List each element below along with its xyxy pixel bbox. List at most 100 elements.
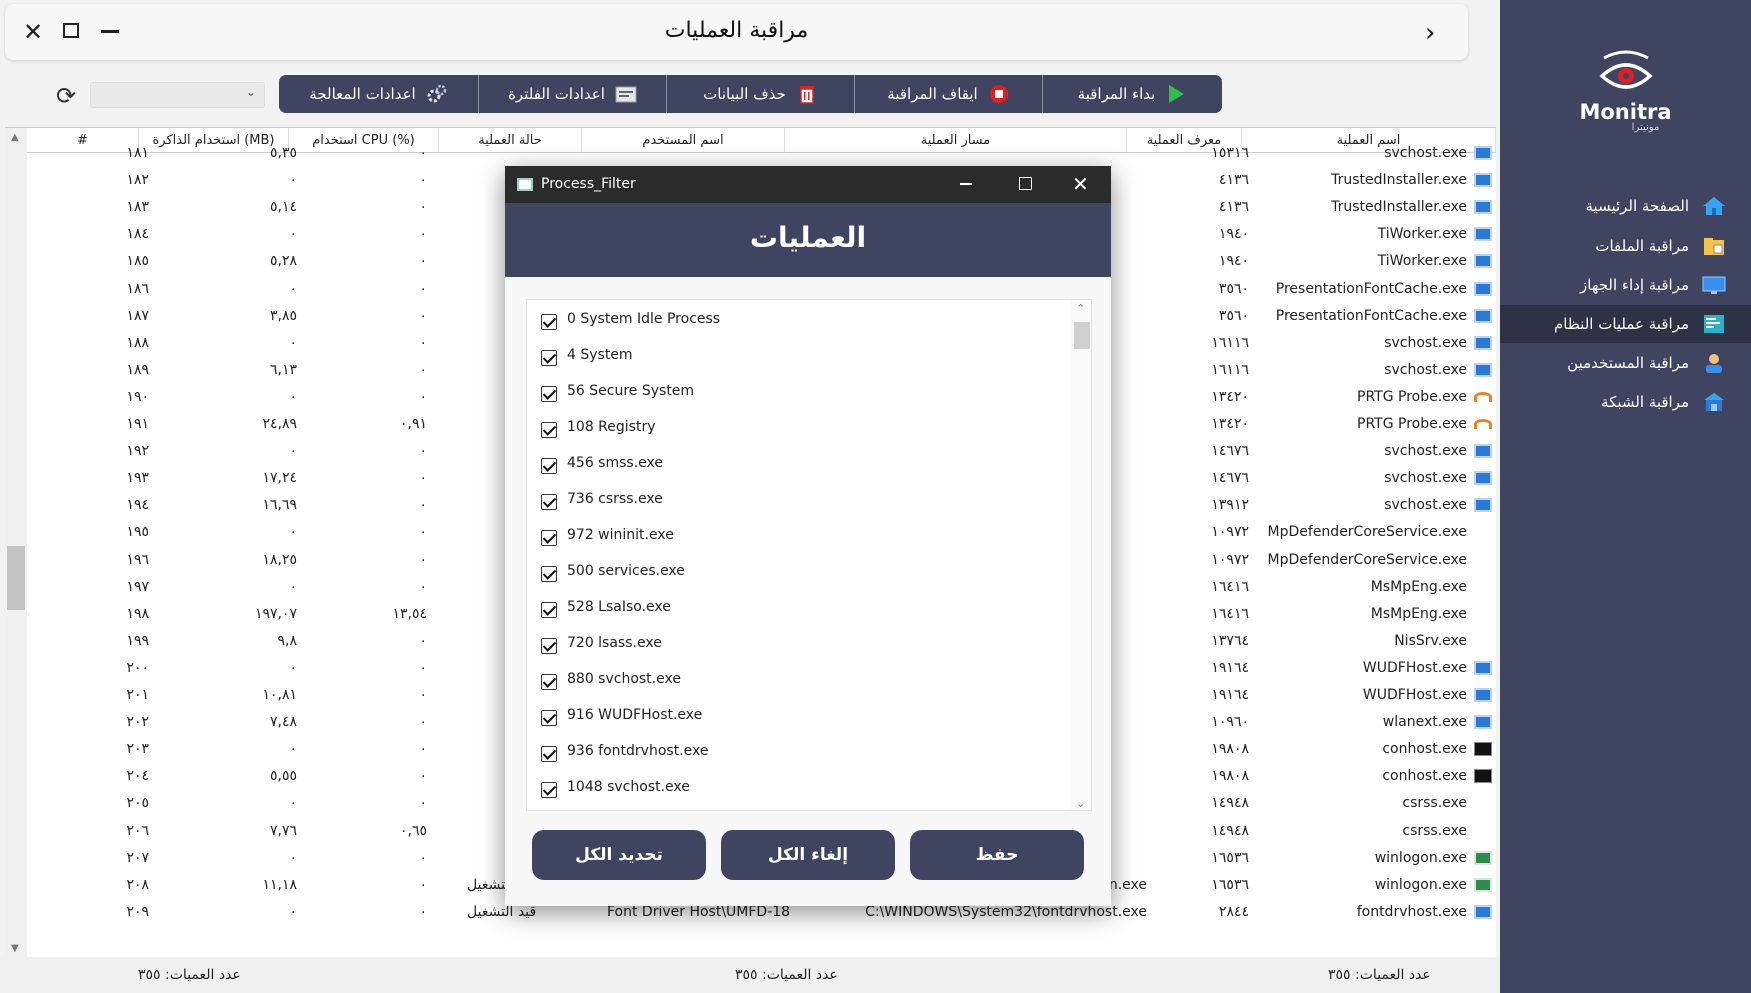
checklist-item-label: 916 WUDFHost.exe bbox=[567, 707, 703, 723]
table-row[interactable]: ١٨١ ٥,٣٥ ٠ ١٥٣١٦ svchost.exe bbox=[27, 140, 1496, 167]
filter-settings-button[interactable]: اعدادات الفلترة bbox=[479, 75, 667, 113]
scroll-up-icon[interactable]: ▲ bbox=[11, 132, 19, 143]
dialog-header: العمليات bbox=[505, 203, 1111, 277]
cell-name: TrustedInstaller.exe bbox=[1331, 199, 1467, 216]
checkbox-checked[interactable] bbox=[541, 602, 557, 618]
checklist-item[interactable]: 4 System bbox=[541, 340, 633, 370]
sidebar-item-0[interactable]: الصفحة الرئيسية bbox=[1500, 187, 1751, 225]
cell-num: ١٨٥ bbox=[126, 253, 149, 270]
checkbox-checked[interactable] bbox=[541, 566, 557, 582]
monitor-icon bbox=[1701, 272, 1727, 298]
scroll-down-icon[interactable]: ▼ bbox=[11, 943, 19, 954]
dialog-minimize-button[interactable] bbox=[960, 183, 972, 185]
checklist-item[interactable]: 736 csrss.exe bbox=[541, 484, 663, 514]
checkbox-checked[interactable] bbox=[541, 638, 557, 654]
dialog-close-button[interactable]: ✕ bbox=[1072, 172, 1089, 196]
checkbox-checked[interactable] bbox=[541, 782, 557, 798]
checklist-item[interactable]: 916 WUDFHost.exe bbox=[541, 700, 702, 730]
select-all-button[interactable]: تحديد الكل bbox=[532, 830, 706, 880]
checklist-item[interactable]: 936 fontdrvhost.exe bbox=[541, 736, 708, 766]
cell-cpu: ٠ bbox=[419, 199, 427, 216]
cell-cpu: ٠ bbox=[419, 470, 427, 487]
sidebar-item-1[interactable]: مراقبة الملفات bbox=[1500, 227, 1751, 265]
cell-name: MsMpEng.exe bbox=[1370, 578, 1467, 595]
checkbox-checked[interactable] bbox=[541, 674, 557, 690]
checklist-item-label: 736 csrss.exe bbox=[567, 491, 663, 507]
checkbox-checked[interactable] bbox=[541, 350, 557, 366]
checklist-item-label: 528 LsaIso.exe bbox=[567, 599, 671, 615]
scroll-down-icon[interactable]: ⌄ bbox=[1076, 797, 1085, 810]
process-filter-dialog: Process_Filter ✕ العمليات 0 System Idle … bbox=[505, 166, 1111, 906]
sidebar-item-5[interactable]: مراقبة الشبكة bbox=[1500, 383, 1751, 421]
delete-data-button[interactable]: حذف البيانات bbox=[667, 75, 855, 113]
checklist-scrollbar[interactable]: ⌃ ⌄ bbox=[1071, 300, 1091, 810]
checklist-item-label: 56 Secure System bbox=[567, 383, 695, 399]
checkbox-checked[interactable] bbox=[541, 494, 557, 510]
refresh-icon[interactable]: ⟳ bbox=[56, 82, 76, 110]
checklist-item[interactable]: 456 smss.exe bbox=[541, 448, 663, 478]
checkbox-checked[interactable] bbox=[541, 710, 557, 726]
cell-cpu: ٠ bbox=[419, 334, 427, 351]
start-monitoring-button[interactable]: بداء المراقبة bbox=[1043, 75, 1222, 113]
cell-cpu: ٠ bbox=[419, 226, 427, 243]
checklist-item-label: 500 services.exe bbox=[567, 563, 685, 579]
scroll-thumb[interactable] bbox=[1074, 322, 1090, 349]
scroll-thumb[interactable] bbox=[7, 546, 25, 610]
cell-mem: ٠ bbox=[289, 334, 297, 351]
process-combo-select[interactable]: ⌄ bbox=[90, 82, 265, 108]
cell-num: ١٨٧ bbox=[126, 307, 149, 324]
window-icon bbox=[1474, 715, 1492, 730]
cell-mem: ١١,١٨ bbox=[262, 876, 297, 893]
checklist-item[interactable]: 720 lsass.exe bbox=[541, 628, 662, 658]
cell-pid: ٣٥٦٠ bbox=[1218, 280, 1249, 297]
checklist-item[interactable]: 528 LsaIso.exe bbox=[541, 592, 671, 622]
checkbox-checked[interactable] bbox=[541, 314, 557, 330]
chevron-right-icon[interactable]: › bbox=[1425, 18, 1435, 48]
cell-mem: ٠ bbox=[289, 524, 297, 541]
checklist-item[interactable]: 880 svchost.exe bbox=[541, 664, 681, 694]
checklist-item[interactable]: 0 System Idle Process bbox=[541, 304, 720, 334]
gears-icon bbox=[426, 83, 448, 105]
window-icon bbox=[1474, 471, 1492, 486]
cell-name: svchost.exe bbox=[1384, 497, 1467, 514]
dialog-maximize-button[interactable] bbox=[1019, 177, 1032, 190]
cell-cpu: ٠ bbox=[419, 903, 427, 920]
checklist-item[interactable]: 56 Secure System bbox=[541, 376, 694, 406]
cell-name: TrustedInstaller.exe bbox=[1331, 172, 1467, 189]
checkbox-checked[interactable] bbox=[541, 422, 557, 438]
cell-num: ٢٠٧ bbox=[126, 849, 149, 866]
user-icon bbox=[1701, 350, 1727, 376]
window-icon bbox=[1474, 227, 1492, 242]
checklist-item-label: 456 smss.exe bbox=[567, 455, 663, 471]
checklist-item[interactable]: 1048 svchost.exe bbox=[541, 772, 690, 802]
cell-name: PresentationFontCache.exe bbox=[1275, 280, 1467, 297]
checklist-item[interactable]: 108 Registry bbox=[541, 412, 655, 442]
network-icon bbox=[1701, 389, 1727, 415]
table-scrollbar[interactable]: ▲ ▼ bbox=[5, 128, 27, 958]
sidebar-item-3[interactable]: مراقبة عمليات النظام bbox=[1500, 305, 1751, 343]
window-icon bbox=[1474, 904, 1492, 919]
checkbox-checked[interactable] bbox=[541, 746, 557, 762]
unselect-all-button[interactable]: إلغاء الكل bbox=[721, 830, 895, 880]
cell-mem: ٠ bbox=[289, 903, 297, 920]
cell-cpu: ٠ bbox=[419, 388, 427, 405]
sidebar-item-4[interactable]: مراقبة المستخدمين bbox=[1500, 344, 1751, 382]
window-icon bbox=[1474, 877, 1492, 892]
stop-monitoring-button[interactable]: ايقاف المراقبة bbox=[855, 75, 1043, 113]
sidebar-item-2[interactable]: مراقبة إداء الجهاز bbox=[1500, 266, 1751, 304]
checklist-item[interactable]: 972 wininit.exe bbox=[541, 520, 674, 550]
checkbox-checked[interactable] bbox=[541, 386, 557, 402]
cell-cpu: ٠ bbox=[419, 253, 427, 270]
cell-num: ٢٠١ bbox=[126, 687, 149, 703]
cell-pid: ١٣٧٦٤ bbox=[1211, 632, 1249, 649]
processing-settings-button[interactable]: اعدادات المعالجة bbox=[279, 75, 479, 113]
checkbox-checked[interactable] bbox=[541, 530, 557, 546]
sidebar-item-label: مراقبة عمليات النظام bbox=[1554, 315, 1689, 333]
save-button[interactable]: حفظ bbox=[910, 830, 1084, 880]
checkbox-checked[interactable] bbox=[541, 458, 557, 474]
checklist-item[interactable]: 500 services.exe bbox=[541, 556, 685, 586]
scroll-up-icon[interactable]: ⌃ bbox=[1076, 302, 1085, 315]
cell-name: wlanext.exe bbox=[1382, 714, 1467, 731]
cell-num: ١٩٣ bbox=[126, 470, 149, 487]
cell-cpu: ٠ bbox=[419, 795, 427, 812]
